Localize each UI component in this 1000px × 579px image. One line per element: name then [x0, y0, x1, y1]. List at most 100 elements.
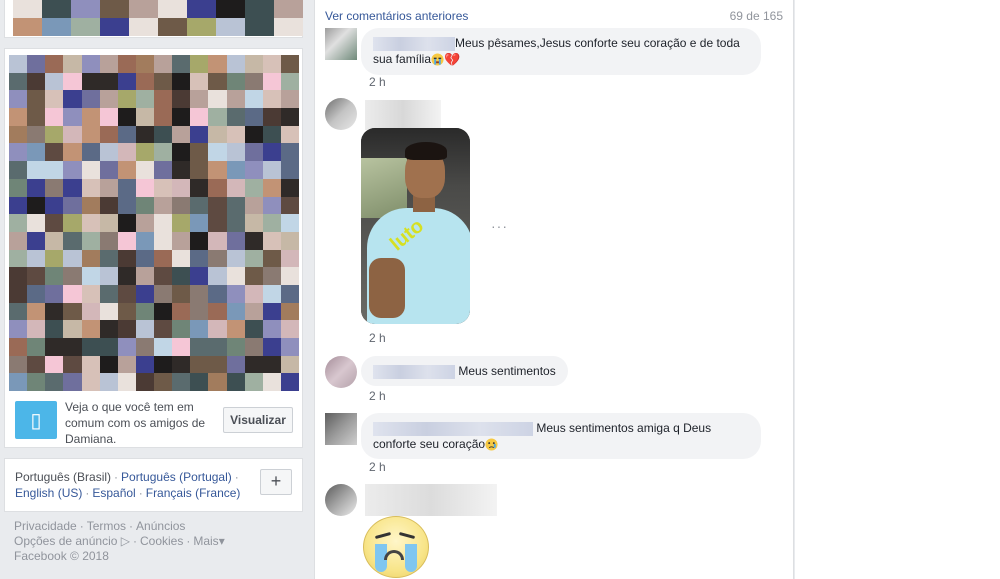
mosaic-cell — [245, 18, 274, 36]
mosaic-cell — [81, 55, 100, 73]
footer-link-privacidade[interactable]: Privacidade — [14, 519, 77, 533]
mosaic-cell — [244, 320, 263, 338]
mosaic-cell — [135, 196, 154, 215]
avatar[interactable] — [325, 98, 357, 130]
comment — [325, 484, 785, 579]
comment-photo[interactable]: luto — [361, 128, 470, 324]
mosaic-cell — [63, 284, 82, 303]
mosaic-cell — [190, 178, 209, 197]
mosaic-cell — [262, 55, 281, 73]
ad-choices-icon: ▷ — [120, 534, 130, 548]
avatar[interactable] — [325, 413, 357, 445]
commenter-name[interactable] — [373, 421, 533, 436]
mosaic-cell — [63, 320, 82, 338]
mosaic-cell — [135, 338, 154, 356]
footer-link-termos[interactable]: Termos — [87, 519, 126, 533]
mosaic-cell — [135, 55, 154, 73]
avatar[interactable] — [325, 28, 357, 60]
mosaic-cell — [244, 178, 263, 197]
footer-link-opcoes-anuncio[interactable]: Opções de anúncio — [14, 534, 117, 548]
commenter-name[interactable] — [373, 364, 455, 379]
mosaic-cell — [9, 373, 28, 392]
mosaic-cell — [45, 125, 64, 144]
mosaic-cell — [9, 231, 28, 250]
mosaic-cell — [45, 338, 64, 356]
footer-link-cookies[interactable]: Cookies — [140, 534, 183, 548]
commenter-name[interactable] — [365, 484, 497, 516]
mosaic-cell — [280, 338, 299, 356]
mosaic-cell — [135, 214, 154, 232]
mosaic-cell — [117, 72, 136, 91]
language-link-en-us[interactable]: English (US) — [15, 486, 82, 500]
mosaic-cell — [226, 108, 245, 126]
left-column: ▯ Veja o que você tem em comum com os am… — [0, 0, 304, 579]
mosaic-cell — [117, 284, 136, 303]
mosaic-cell — [172, 196, 191, 215]
mosaic-cell — [135, 320, 154, 338]
friends-grid[interactable] — [9, 55, 299, 392]
mosaic-cell — [244, 143, 263, 162]
mosaic-cell — [154, 196, 173, 215]
mosaic-cell — [9, 108, 28, 126]
commenter-name[interactable] — [373, 36, 455, 51]
current-language: Português (Brasil) — [15, 470, 112, 484]
mosaic-cell — [262, 72, 281, 91]
mosaic-cell — [226, 338, 245, 356]
view-previous-comments-link[interactable]: Ver comentários anteriores — [325, 9, 468, 23]
mosaic-cell — [81, 196, 100, 215]
mosaic-cell — [190, 161, 209, 179]
avatar[interactable] — [325, 484, 357, 516]
mosaic-cell — [208, 302, 227, 321]
mosaic-cell — [244, 55, 263, 73]
mosaic-cell — [63, 302, 82, 321]
mosaic-cell — [117, 249, 136, 268]
comment-timestamp[interactable]: 2 h — [369, 389, 386, 403]
mosaic-cell — [117, 231, 136, 250]
crying-sticker-icon[interactable] — [361, 514, 431, 578]
comment-bubble: Meus pêsames,Jesus conforte seu coração … — [361, 28, 761, 75]
mosaic-cell — [280, 108, 299, 126]
mosaic-cell — [63, 214, 82, 232]
mosaic-cell — [45, 249, 64, 268]
mosaic-cell — [27, 196, 46, 215]
more-options-icon[interactable]: ··· — [491, 218, 508, 234]
mosaic-cell — [208, 161, 227, 179]
footer-link-anuncios[interactable]: Anúncios — [136, 519, 185, 533]
comment-bubble: Meus sentimentos amiga q Deus conforte s… — [361, 413, 761, 459]
mosaic-cell — [154, 373, 173, 392]
footer-link-mais[interactable]: Mais — [193, 534, 218, 548]
mosaic-cell — [135, 178, 154, 197]
mosaic-cell — [135, 125, 154, 144]
mosaic-cell — [244, 196, 263, 215]
visualizar-button[interactable]: Visualizar — [223, 407, 293, 433]
mosaic-cell — [9, 320, 28, 338]
photos-card — [4, 0, 303, 38]
comment-timestamp[interactable]: 2 h — [369, 331, 386, 345]
mosaic-cell — [226, 125, 245, 144]
mosaic-cell — [226, 196, 245, 215]
avatar[interactable] — [325, 356, 357, 388]
mosaic-cell — [244, 302, 263, 321]
mosaic-cell — [208, 249, 227, 268]
comment-timestamp[interactable]: 2 h — [369, 75, 386, 89]
language-link-es[interactable]: Español — [92, 486, 135, 500]
photos-grid[interactable] — [13, 0, 303, 36]
language-link-fr[interactable]: Français (France) — [146, 486, 241, 500]
mosaic-cell — [172, 55, 191, 73]
mosaic-cell — [226, 55, 245, 73]
mosaic-cell — [27, 231, 46, 250]
mosaic-cell — [154, 320, 173, 338]
comment-timestamp[interactable]: 2 h — [369, 460, 386, 474]
mosaic-cell — [45, 90, 64, 109]
commenter-name[interactable] — [365, 100, 441, 130]
mosaic-cell — [117, 320, 136, 338]
mosaic-cell — [63, 338, 82, 356]
mosaic-cell — [71, 0, 100, 18]
mosaic-cell — [226, 249, 245, 268]
language-link-pt-pt[interactable]: Português (Portugal) — [121, 470, 232, 484]
mosaic-cell — [208, 143, 227, 162]
mosaic-cell — [27, 55, 46, 73]
mosaic-cell — [135, 90, 154, 109]
mosaic-cell — [45, 55, 64, 73]
add-language-button[interactable]: + — [260, 469, 292, 495]
